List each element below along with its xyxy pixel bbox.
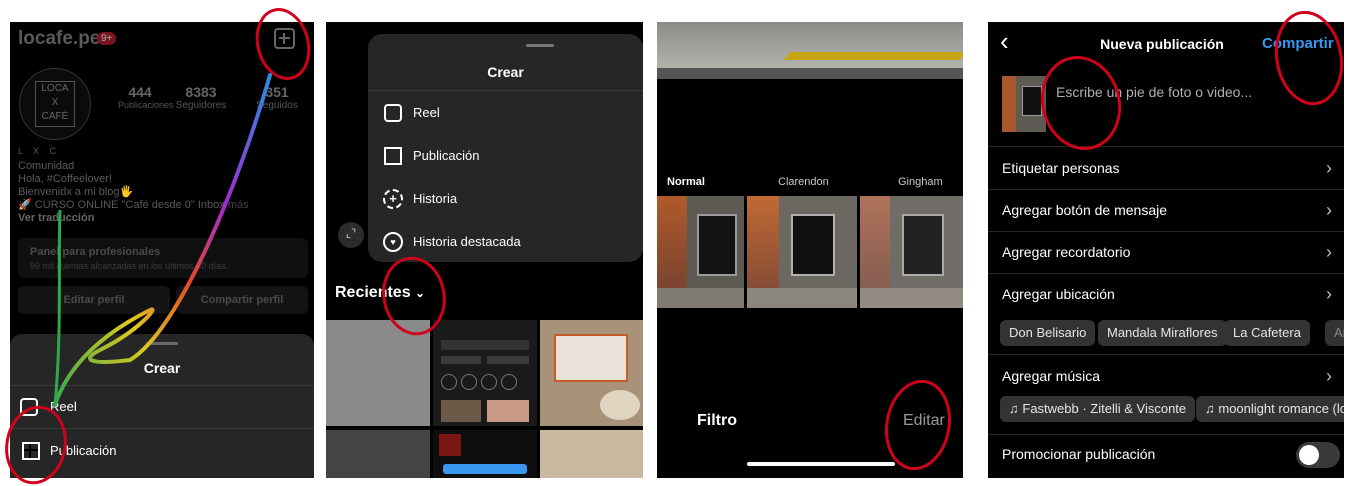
sheet-handle[interactable] — [146, 342, 178, 345]
filter-label-clarendon[interactable]: Clarendon — [778, 176, 829, 188]
promote-toggle[interactable] — [1296, 442, 1340, 468]
music-note-icon: ♫ — [1009, 401, 1019, 416]
pro-dashboard[interactable]: Panel para profesionales 99 mil cuentas … — [18, 238, 308, 278]
profile-screen: locafe.pe 9+ LOCA X CAFÉ 444 Publicaciones… — [10, 22, 314, 478]
chevron-right-icon: › — [1326, 241, 1332, 262]
share-profile-button[interactable]: Compartir perfil — [176, 286, 308, 314]
filter-thumb-normal[interactable] — [657, 196, 744, 308]
sheet-item-reel[interactable]: Reel — [10, 386, 314, 428]
avatar[interactable]: LOCA X CAFÉ — [19, 68, 91, 140]
menu-item-highlight[interactable]: ♥ Historia destacada — [368, 220, 643, 262]
edit-tab[interactable]: Editar — [903, 412, 945, 430]
expand-icon[interactable]: ⌞⌝ — [338, 222, 364, 248]
notification-badge: 9+ — [97, 32, 117, 45]
bio-text: Comunidad Hola, #Coffeelover! Bienvenidx a… — [18, 160, 249, 225]
create-plus-icon[interactable] — [274, 28, 295, 49]
chevron-right-icon: › — [1326, 199, 1332, 220]
highlight-heart-icon: ♥ — [383, 232, 403, 252]
option-tag-people[interactable]: Etiquetar personas › — [988, 147, 1344, 190]
grid-icon — [384, 147, 402, 165]
create-menu: Crear Reel Publicación + Historia ♥ Hist… — [368, 34, 643, 262]
menu-item-reel[interactable]: Reel — [368, 91, 643, 134]
chevron-right-icon: › — [1326, 283, 1332, 304]
stat-posts[interactable]: 444 Publicaciones — [118, 84, 174, 110]
gallery-thumb[interactable] — [540, 320, 643, 426]
stat-followers[interactable]: 8383 Seguidores — [168, 84, 234, 111]
caption-input[interactable]: Escribe un pie de foto o video... — [1056, 84, 1252, 100]
create-menu-screen: Crear Reel Publicación + Historia ♥ Hist… — [326, 22, 643, 478]
gallery-thumb[interactable] — [433, 430, 537, 478]
recents-dropdown[interactable]: Recientes ⌄ — [335, 284, 425, 302]
sheet-title: Crear — [143, 360, 181, 376]
reel-icon — [384, 104, 402, 122]
gallery-thumb[interactable] — [540, 430, 643, 478]
photo-preview — [657, 22, 963, 79]
chevron-right-icon: › — [1326, 157, 1332, 178]
reel-icon — [20, 398, 38, 416]
location-chip[interactable]: La Cafetera — [1224, 320, 1310, 346]
translate-link[interactable]: Ver traducción — [18, 212, 249, 225]
post-thumbnail — [1002, 76, 1046, 132]
grid-icon — [22, 442, 40, 460]
more-link[interactable]: más — [228, 199, 249, 211]
filter-label-normal[interactable]: Normal — [667, 176, 705, 188]
create-sheet: Crear Reel Publicación — [10, 334, 314, 478]
menu-item-story[interactable]: + Historia — [368, 177, 643, 220]
music-chip[interactable]: ♫ Fastwebb · Zitelli & Visconte — [1000, 396, 1196, 422]
option-message-button[interactable]: Agregar botón de mensaje › — [988, 189, 1344, 232]
music-chip[interactable]: ♫ moonlight romance (lo — [1196, 396, 1344, 422]
bio-tags: L X C — [18, 146, 61, 156]
sheet-item-post[interactable]: Publicación — [10, 429, 314, 471]
location-chip[interactable]: Artes — [1325, 320, 1344, 346]
menu-title: Crear — [487, 64, 524, 80]
gallery-thumb[interactable] — [326, 430, 430, 478]
filter-tab[interactable]: Filtro — [697, 412, 737, 430]
story-add-icon: + — [383, 189, 403, 209]
filter-thumb-clarendon[interactable] — [747, 196, 857, 308]
location-chip[interactable]: Don Belisario — [1000, 320, 1096, 346]
home-indicator — [747, 462, 895, 466]
promote-label: Promocionar publicación — [1002, 446, 1156, 462]
filter-label-gingham[interactable]: Gingham — [898, 176, 943, 188]
new-post-screen: ‹ Nueva publicación Compartir Escribe un… — [988, 22, 1344, 478]
username[interactable]: locafe.pe — [18, 28, 100, 50]
filter-thumb-gingham[interactable] — [860, 196, 963, 308]
menu-item-post[interactable]: Publicación — [368, 134, 643, 177]
option-location[interactable]: Agregar ubicación › — [988, 273, 1344, 315]
chevron-down-icon: ⌄ — [415, 286, 426, 300]
stat-following[interactable]: 351 Seguidos — [246, 84, 308, 111]
share-button[interactable]: Compartir — [1262, 35, 1334, 52]
music-note-icon: ♫ — [1205, 401, 1215, 416]
chevron-right-icon: › — [1326, 365, 1332, 386]
gallery-thumb[interactable] — [326, 320, 430, 426]
option-reminder[interactable]: Agregar recordatorio › — [988, 231, 1344, 274]
location-chip[interactable]: Mandala Miraflores — [1098, 320, 1227, 346]
option-music[interactable]: Agregar música › — [988, 355, 1344, 397]
edit-profile-button[interactable]: Editar perfil — [18, 286, 170, 314]
gallery-thumb[interactable] — [433, 320, 537, 426]
filter-screen: Normal Clarendon Gingham Filtro Editar — [657, 22, 963, 478]
